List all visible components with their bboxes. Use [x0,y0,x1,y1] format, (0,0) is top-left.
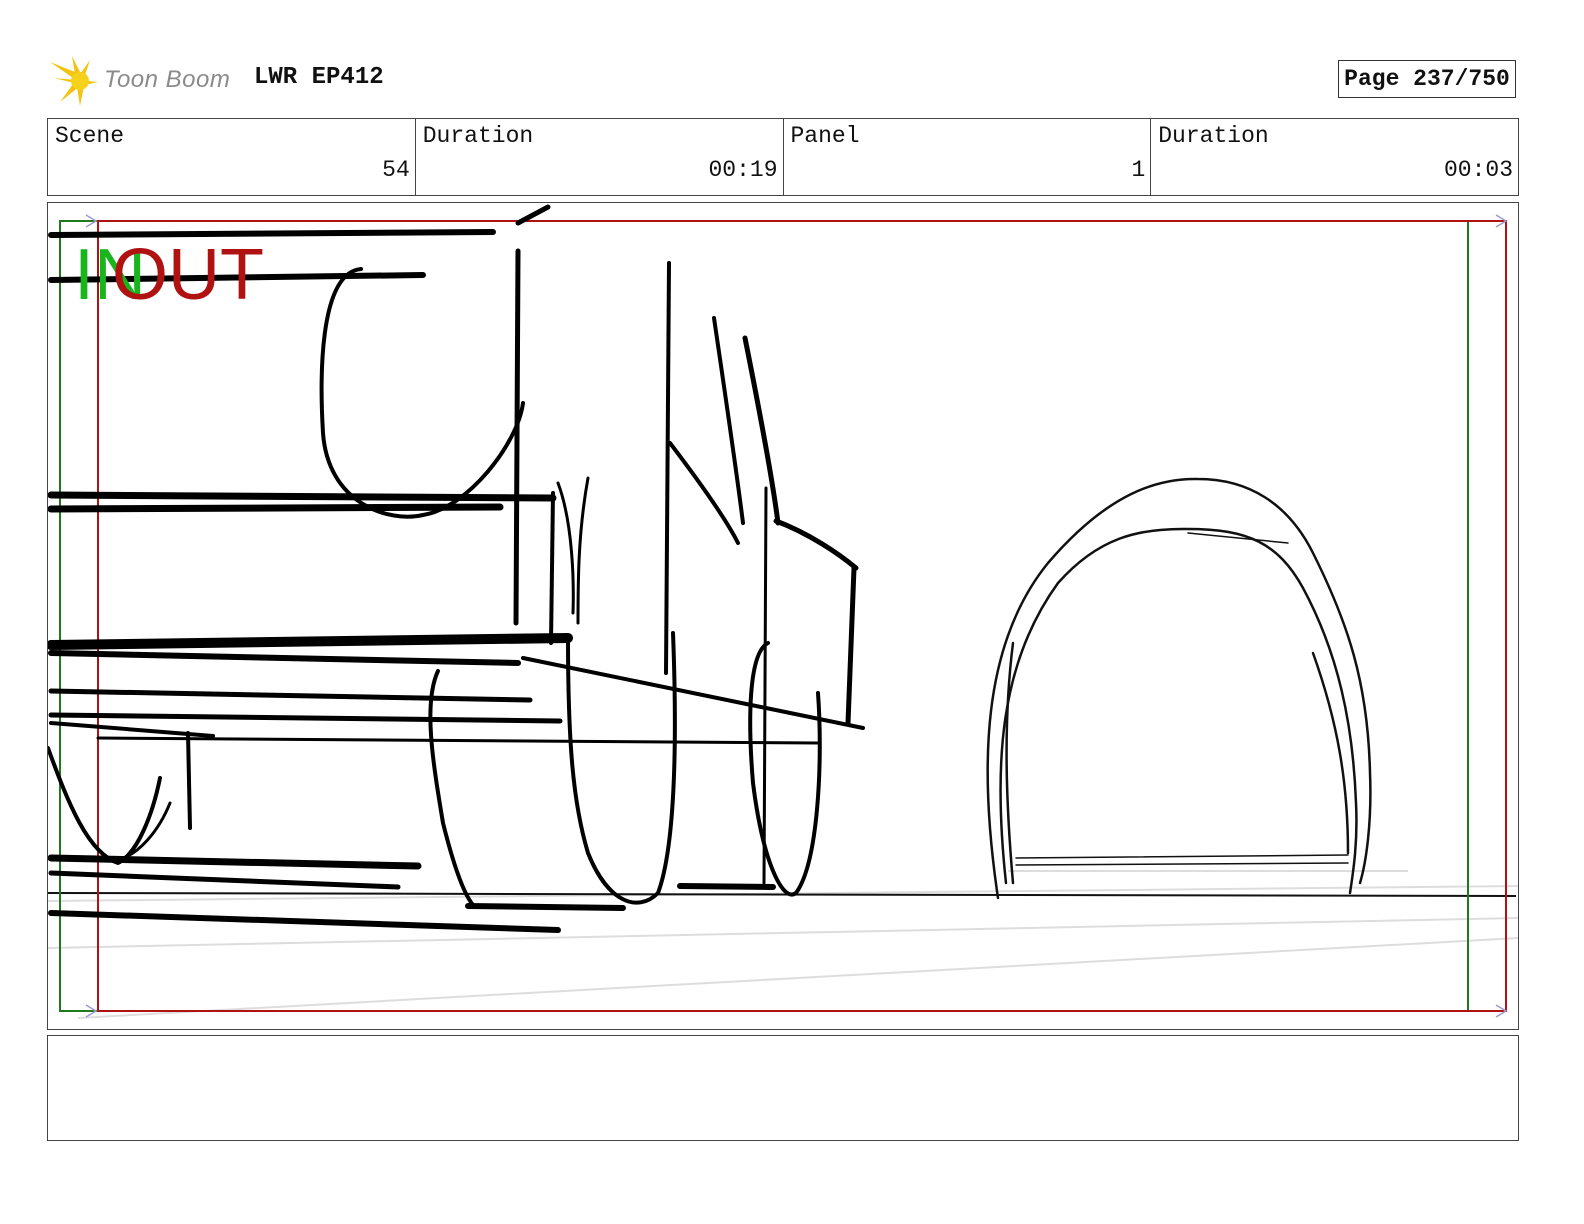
brand-name: Toon Boom [104,66,231,93]
storyboard-panel[interactable]: IN OUT [47,202,1519,1030]
project-title: LWR EP412 [254,64,384,91]
panel-value: 1 [1131,157,1146,183]
scene-cell[interactable]: Scene 54 [48,119,416,195]
panel-notes-box[interactable] [47,1035,1519,1141]
panel-number-cell[interactable]: Panel 1 [784,119,1152,195]
panel-duration-label: Duration [1158,123,1269,149]
scene-value: 54 [382,157,410,183]
scene-duration-cell[interactable]: Duration 00:19 [416,119,784,195]
panel-duration-cell[interactable]: Duration 00:03 [1151,119,1518,195]
sketch-drawing [48,204,1518,1019]
panel-label: Panel [790,123,860,149]
scene-duration-label: Duration [422,123,534,149]
toon-boom-logo: Toon Boom [50,52,250,108]
scene-label: Scene [55,123,125,149]
scene-duration-value: 00:19 [708,157,778,183]
page-indicator: Page 237/750 [1338,60,1516,98]
out-marker: OUT [112,235,264,315]
panel-duration-value: 00:03 [1443,157,1513,183]
panel-info-row: Scene 54 Duration 00:19 Panel 1 Duration… [47,118,1519,196]
starburst-icon [50,56,98,106]
